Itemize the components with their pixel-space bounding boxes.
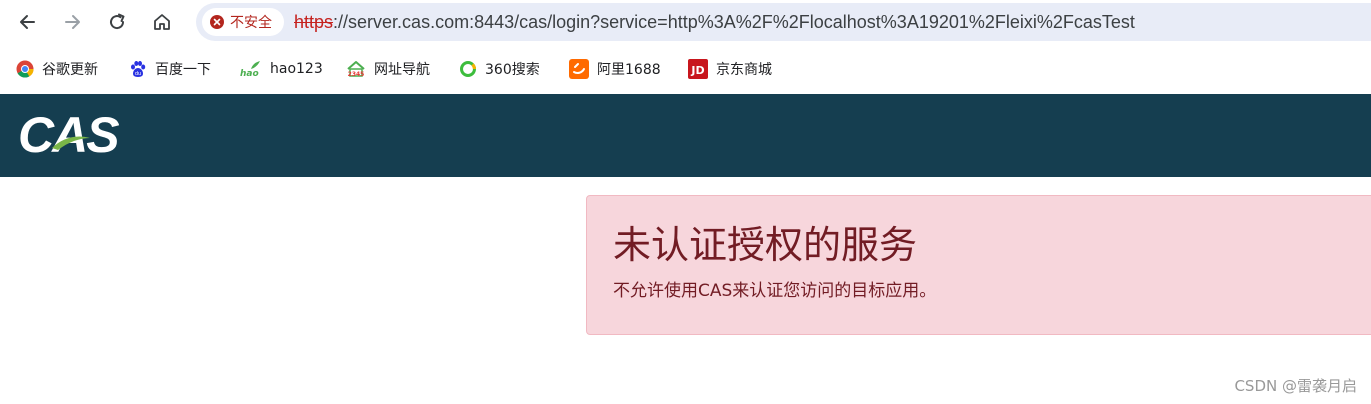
not-secure-icon — [210, 15, 224, 29]
svg-text:du: du — [135, 71, 141, 77]
2345-house-icon: 2345 — [346, 60, 366, 78]
reload-button[interactable] — [99, 4, 135, 40]
hao123-icon: hao — [240, 60, 262, 78]
bookmark-label: 网址导航 — [374, 62, 430, 78]
not-secure-label: 不安全 — [230, 15, 272, 31]
cas-logo-text: CAS — [18, 108, 119, 160]
bookmark-2345-nav[interactable]: 2345 网址导航 — [346, 57, 430, 81]
bookmarks-bar: 谷歌更新 du 百度一下 hao hao123 2345 网址导航 360搜索 … — [0, 44, 1371, 94]
address-bar[interactable]: 不安全 https://server.cas.com:8443/cas/logi… — [196, 3, 1371, 41]
url-path: ://server.cas.com:8443/cas/login?service… — [333, 11, 1135, 32]
bookmark-label: 京东商城 — [716, 62, 772, 78]
svg-text:hao: hao — [240, 69, 259, 78]
forward-button[interactable] — [54, 4, 90, 40]
url-scheme: https — [294, 11, 334, 32]
security-indicator[interactable]: 不安全 — [202, 8, 284, 36]
reload-icon — [110, 13, 125, 30]
bookmark-label: 阿里1688 — [597, 62, 661, 78]
bookmark-hao123[interactable]: hao hao123 — [240, 57, 323, 81]
bookmark-chrome-update[interactable]: 谷歌更新 — [16, 57, 98, 81]
svg-text:2345: 2345 — [348, 71, 365, 78]
back-button[interactable] — [10, 4, 46, 40]
alert-message: 不允许使用CAS来认证您访问的目标应用。 — [613, 281, 937, 301]
bookmark-jd[interactable]: JD 京东商城 — [688, 57, 772, 81]
cas-header: CAS — [0, 94, 1371, 177]
browser-toolbar: 不安全 https://server.cas.com:8443/cas/logi… — [0, 0, 1371, 44]
bookmark-360-search[interactable]: 360搜索 — [459, 57, 540, 81]
watermark: CSDN @雷袭月启 — [1234, 377, 1357, 395]
alibaba-1688-icon — [569, 59, 589, 79]
bookmark-label: 360搜索 — [485, 62, 540, 78]
baidu-paw-icon: du — [129, 60, 147, 78]
360-search-icon — [459, 60, 477, 78]
jd-icon: JD — [688, 59, 708, 79]
arrow-left-icon — [20, 15, 35, 29]
error-alert: 未认证授权的服务 不允许使用CAS来认证您访问的目标应用。 — [586, 195, 1371, 335]
cas-logo[interactable]: CAS — [18, 108, 122, 160]
bookmark-label: 百度一下 — [155, 62, 211, 78]
bookmark-alibaba-1688[interactable]: 阿里1688 — [569, 57, 661, 81]
bookmark-label: hao123 — [270, 61, 323, 77]
bookmark-baidu[interactable]: du 百度一下 — [129, 57, 211, 81]
home-icon — [154, 14, 170, 30]
home-button[interactable] — [144, 4, 180, 40]
svg-text:JD: JD — [690, 64, 704, 77]
alert-title: 未认证授权的服务 — [613, 223, 918, 267]
arrow-right-icon — [65, 15, 80, 29]
url-text[interactable]: https://server.cas.com:8443/cas/login?se… — [294, 12, 1135, 33]
bookmark-label: 谷歌更新 — [42, 62, 98, 78]
chrome-icon — [16, 60, 34, 78]
